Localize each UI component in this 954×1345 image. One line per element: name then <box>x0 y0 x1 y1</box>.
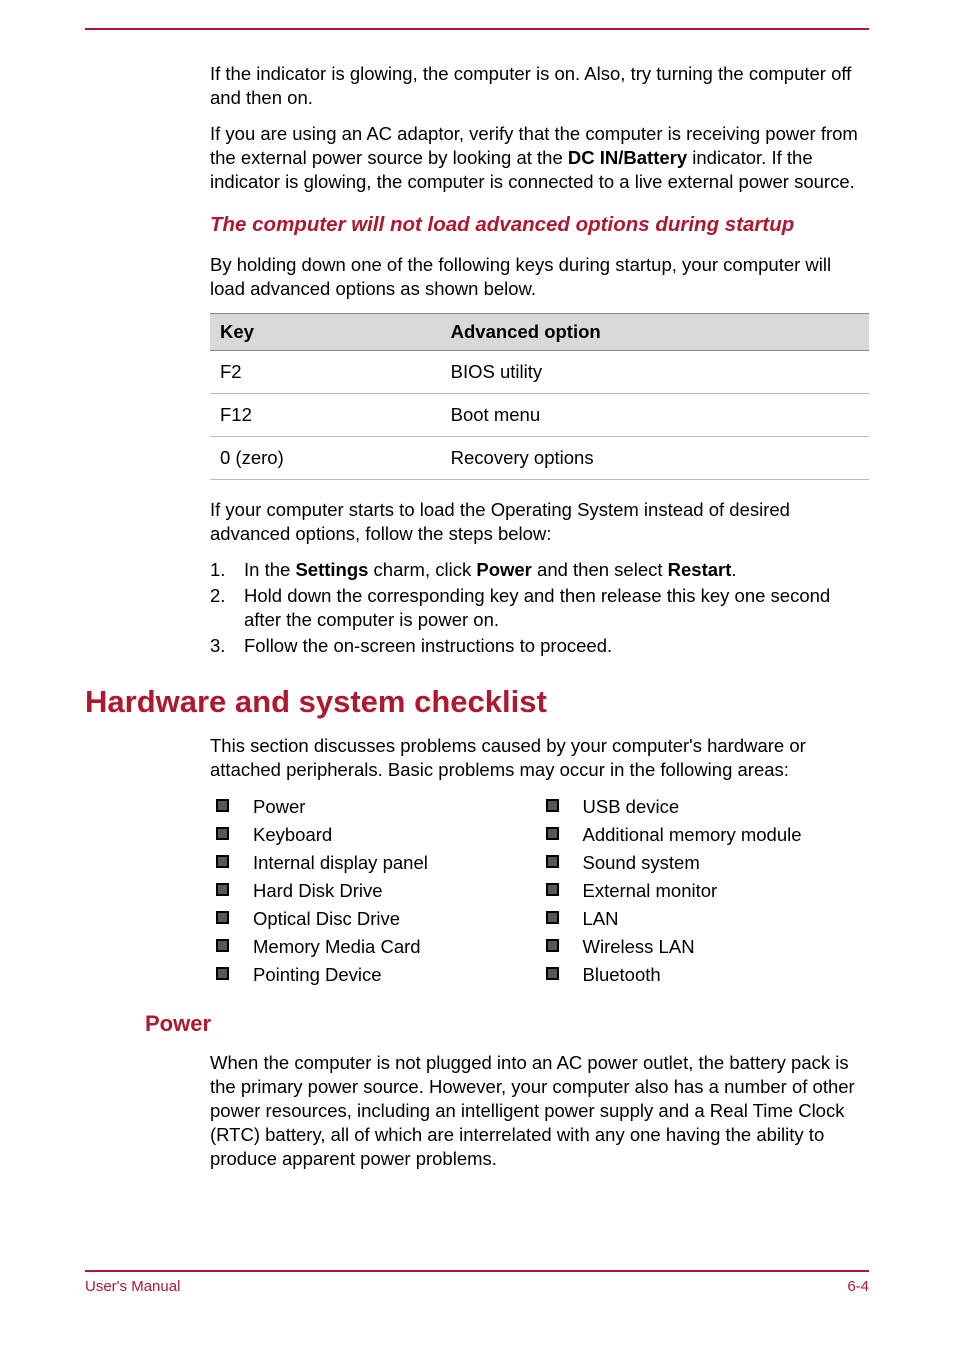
list-item-label: Bluetooth <box>583 963 661 987</box>
square-bullet-icon <box>216 939 229 952</box>
list-item-label: External monitor <box>583 879 718 903</box>
hw-intro: This section discusses problems caused b… <box>210 734 869 782</box>
table-cell-option: BIOS utility <box>441 351 869 394</box>
power-para: When the computer is not plugged into an… <box>210 1051 869 1171</box>
list-item: Hard Disk Drive <box>210 879 540 903</box>
list-item-label: Hard Disk Drive <box>253 879 383 903</box>
list-item-label: USB device <box>583 795 680 819</box>
step-text: In the Settings charm, click Power and t… <box>244 558 869 582</box>
square-bullet-icon <box>546 855 559 868</box>
page-footer: User's Manual 6-4 <box>85 1270 869 1295</box>
square-bullet-icon <box>216 827 229 840</box>
list-item-label: Keyboard <box>253 823 332 847</box>
footer-right: 6-4 <box>847 1278 869 1295</box>
square-bullet-icon <box>216 799 229 812</box>
subheading-advanced-options: The computer will not load advanced opti… <box>210 212 869 239</box>
sub1-intro: By holding down one of the following key… <box>210 253 869 301</box>
list-item: Keyboard <box>210 823 540 847</box>
step-1-settings: Settings <box>295 559 368 580</box>
step-number: 3. <box>210 634 244 658</box>
square-bullet-icon <box>546 911 559 924</box>
list-item-label: LAN <box>583 907 619 931</box>
step-2: 2. Hold down the corresponding key and t… <box>210 584 869 632</box>
list-item: Internal display panel <box>210 851 540 875</box>
after-table-para: If your computer starts to load the Oper… <box>210 498 869 546</box>
step-1-a: In the <box>244 559 295 580</box>
heading-power: Power <box>145 1011 869 1037</box>
square-bullet-icon <box>546 827 559 840</box>
list-item: Wireless LAN <box>540 935 870 959</box>
list-item-label: Wireless LAN <box>583 935 695 959</box>
dc-in-battery-bold: DC IN/Battery <box>568 147 687 168</box>
list-item: Bluetooth <box>540 963 870 987</box>
table-row: 0 (zero) Recovery options <box>210 437 869 480</box>
heading-hardware-checklist: Hardware and system checklist <box>85 684 869 720</box>
square-bullet-icon <box>216 883 229 896</box>
step-number: 2. <box>210 584 244 632</box>
step-text: Follow the on-screen instructions to pro… <box>244 634 869 658</box>
table-header-option: Advanced option <box>441 313 869 350</box>
table-cell-key: 0 (zero) <box>210 437 441 480</box>
checklist-col-1: Power Keyboard Internal display panel Ha… <box>210 795 540 991</box>
square-bullet-icon <box>216 967 229 980</box>
checklist-col-2: USB device Additional memory module Soun… <box>540 795 870 991</box>
list-item-label: Power <box>253 795 305 819</box>
list-item: LAN <box>540 907 870 931</box>
top-divider <box>85 28 869 30</box>
table-row: F12 Boot menu <box>210 394 869 437</box>
table-cell-option: Boot menu <box>441 394 869 437</box>
list-item: Optical Disc Drive <box>210 907 540 931</box>
step-1-c: charm, click <box>368 559 476 580</box>
table-cell-key: F12 <box>210 394 441 437</box>
square-bullet-icon <box>546 939 559 952</box>
table-header-key: Key <box>210 313 441 350</box>
list-item: Power <box>210 795 540 819</box>
list-item-label: Optical Disc Drive <box>253 907 400 931</box>
step-1-restart: Restart <box>668 559 732 580</box>
square-bullet-icon <box>546 967 559 980</box>
list-item: Memory Media Card <box>210 935 540 959</box>
checklist-columns: Power Keyboard Internal display panel Ha… <box>210 795 869 991</box>
list-item: External monitor <box>540 879 870 903</box>
list-item-label: Internal display panel <box>253 851 428 875</box>
step-3: 3. Follow the on-screen instructions to … <box>210 634 869 658</box>
advanced-options-table: Key Advanced option F2 BIOS utility F12 … <box>210 313 869 480</box>
steps-list: 1. In the Settings charm, click Power an… <box>210 558 869 658</box>
step-1-power: Power <box>476 559 532 580</box>
step-1-e: . <box>731 559 736 580</box>
list-item-label: Pointing Device <box>253 963 382 987</box>
intro-para-1: If the indicator is glowing, the compute… <box>210 62 869 110</box>
list-item: Sound system <box>540 851 870 875</box>
table-row: F2 BIOS utility <box>210 351 869 394</box>
square-bullet-icon <box>216 855 229 868</box>
table-cell-key: F2 <box>210 351 441 394</box>
list-item-label: Sound system <box>583 851 700 875</box>
list-item: Additional memory module <box>540 823 870 847</box>
table-cell-option: Recovery options <box>441 437 869 480</box>
step-1: 1. In the Settings charm, click Power an… <box>210 558 869 582</box>
square-bullet-icon <box>216 911 229 924</box>
step-number: 1. <box>210 558 244 582</box>
step-1-d: and then select <box>532 559 668 580</box>
footer-left: User's Manual <box>85 1278 180 1295</box>
list-item-label: Additional memory module <box>583 823 802 847</box>
intro-para-2: If you are using an AC adaptor, verify t… <box>210 122 869 194</box>
square-bullet-icon <box>546 883 559 896</box>
square-bullet-icon <box>546 799 559 812</box>
step-text: Hold down the corresponding key and then… <box>244 584 869 632</box>
list-item: USB device <box>540 795 870 819</box>
list-item: Pointing Device <box>210 963 540 987</box>
list-item-label: Memory Media Card <box>253 935 421 959</box>
